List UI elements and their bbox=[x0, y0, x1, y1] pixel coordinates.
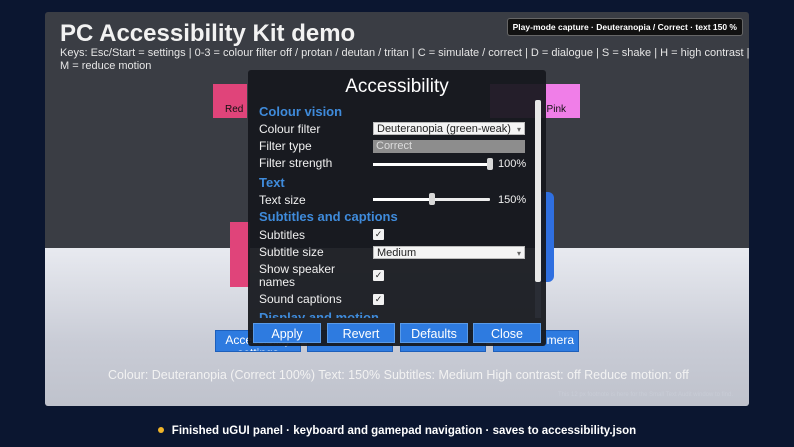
accessibility-panel: Accessibility Colour vision Colour filte… bbox=[248, 70, 546, 346]
pink-cube-label: Pink bbox=[546, 104, 566, 115]
speaker-names-label: Show speaker names bbox=[259, 262, 336, 289]
status-line: Colour: Deuteranopia (Correct 100%) Text… bbox=[108, 368, 689, 382]
filter-strength-handle[interactable] bbox=[487, 158, 493, 170]
sound-captions-label: Sound captions bbox=[259, 292, 342, 306]
colour-filter-label: Colour filter bbox=[259, 122, 321, 136]
chevron-down-icon: ▾ bbox=[516, 249, 521, 258]
check-icon: ✓ bbox=[374, 270, 383, 280]
subtitle-size-dropdown[interactable]: Medium ▾ bbox=[373, 246, 525, 259]
speaker-names-checkbox[interactable]: ✓ bbox=[373, 270, 384, 281]
settings-scroll-area[interactable]: Colour vision Colour filter Deuteranopia… bbox=[248, 100, 534, 318]
subtitles-label: Subtitles bbox=[259, 228, 306, 242]
scrollbar-thumb[interactable] bbox=[535, 100, 541, 282]
colour-filter-value: Deuteranopia (green-weak) bbox=[377, 123, 511, 135]
filter-type-label: Filter type bbox=[259, 139, 312, 153]
settings-scrollbar[interactable] bbox=[535, 100, 541, 318]
section-subtitles: Subtitles and captions bbox=[259, 209, 398, 224]
defaults-button[interactable]: Defaults bbox=[400, 323, 468, 343]
panel-title: Accessibility bbox=[345, 76, 449, 97]
bullet-icon bbox=[157, 427, 164, 433]
chevron-down-icon: ▾ bbox=[516, 125, 521, 134]
caption-bar: Finished uGUI panel · keyboard and gamep… bbox=[0, 425, 794, 437]
apply-button[interactable]: Apply bbox=[253, 323, 321, 343]
filter-strength-value: 100% bbox=[498, 158, 527, 170]
pink-block bbox=[230, 222, 250, 287]
caption-text: Finished uGUI panel · keyboard and gamep… bbox=[171, 425, 637, 437]
sound-captions-checkbox[interactable]: ✓ bbox=[373, 294, 384, 305]
filter-strength-label: Filter strength bbox=[259, 156, 333, 170]
footnote: This 12 px footnote is here for the Smal… bbox=[558, 392, 733, 398]
text-size-label: Text size bbox=[259, 193, 306, 207]
close-button[interactable]: Close bbox=[473, 323, 541, 343]
filter-strength-fill bbox=[373, 163, 490, 166]
demo-title: PC Accessibility Kit demo bbox=[60, 20, 356, 47]
section-colour-vision: Colour vision bbox=[259, 104, 343, 119]
filter-strength-slider[interactable] bbox=[373, 158, 493, 170]
capture-badge: Play-mode capture · Deuteranopia / Corre… bbox=[506, 18, 743, 36]
subtitle-size-value: Medium bbox=[377, 247, 417, 259]
text-size-value: 150% bbox=[498, 194, 527, 206]
filter-type-field: Correct bbox=[373, 140, 525, 153]
text-size-slider[interactable] bbox=[373, 193, 490, 205]
subtitle-size-label: Subtitle size bbox=[259, 245, 324, 259]
check-icon: ✓ bbox=[374, 229, 383, 239]
text-size-handle[interactable] bbox=[428, 193, 435, 205]
colour-filter-dropdown[interactable]: Deuteranopia (green-weak) ▾ bbox=[373, 122, 525, 135]
section-display-motion: Display and motion bbox=[259, 310, 379, 318]
revert-button[interactable]: Revert bbox=[327, 323, 395, 343]
red-cube-label: Red bbox=[225, 104, 244, 115]
text-size-fill bbox=[373, 198, 432, 201]
red-cube: Red bbox=[213, 84, 247, 118]
check-icon: ✓ bbox=[374, 294, 383, 304]
section-text: Text bbox=[259, 175, 285, 190]
subtitles-checkbox[interactable]: ✓ bbox=[373, 229, 384, 240]
